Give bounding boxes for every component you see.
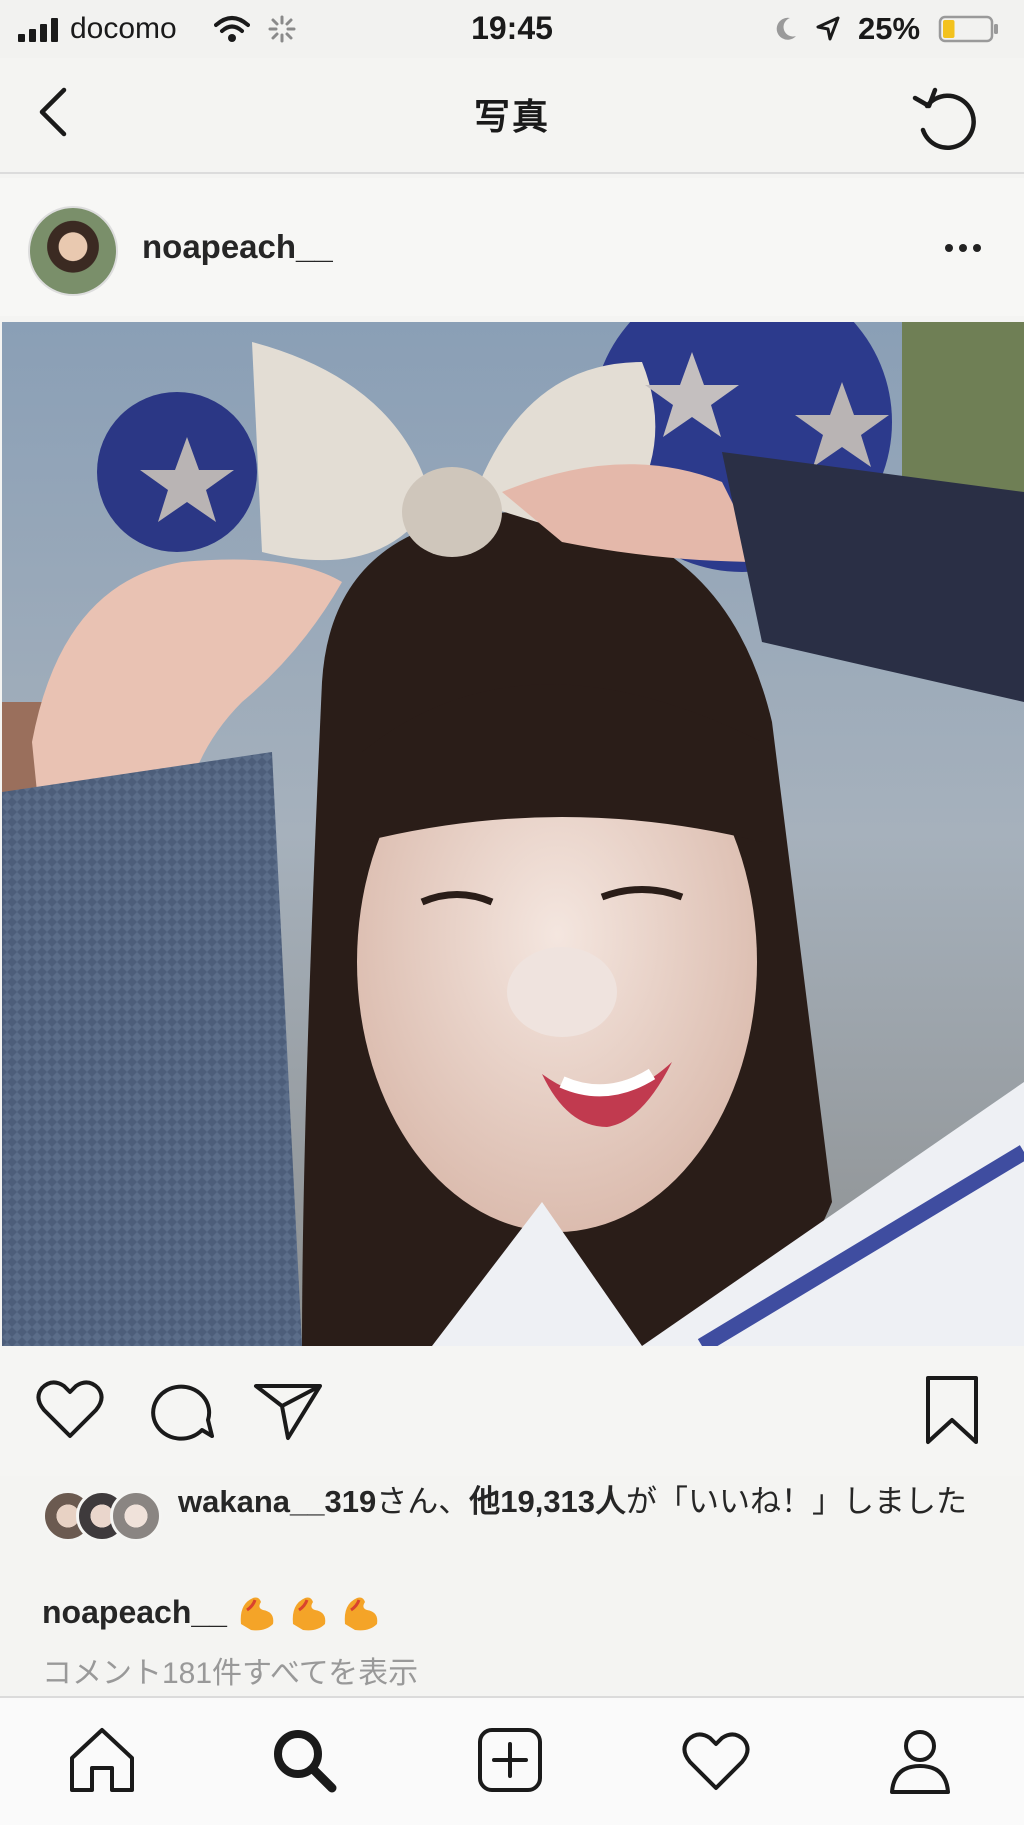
activity-heart-icon [682, 1732, 750, 1790]
battery-icon [938, 15, 998, 43]
tab-profile[interactable] [880, 1720, 960, 1800]
likes-count[interactable]: 他19,313人 [469, 1484, 626, 1519]
more-options-dot [959, 244, 967, 252]
post-photo[interactable] [2, 322, 1024, 1346]
tab-search[interactable] [264, 1720, 344, 1800]
back-button[interactable] [30, 78, 76, 148]
status-time: 19:45 [471, 10, 553, 46]
view-all-comments-link[interactable]: コメント181件すべてを表示 [42, 1648, 418, 1692]
more-options-button[interactable] [938, 228, 988, 268]
refresh-button[interactable] [905, 76, 985, 156]
wifi-icon [214, 16, 250, 42]
add-post-icon [478, 1728, 542, 1792]
more-options-icon [945, 244, 953, 252]
flexed-biceps-emoji [292, 1597, 326, 1631]
caption-username[interactable]: noapeach__ [42, 1594, 227, 1631]
activity-spinner-icon [268, 15, 296, 43]
liked-by-username[interactable]: wakana__319 [178, 1484, 376, 1519]
likes-summary[interactable]: wakana__319さん、他19,313人が「いいね！」しました [178, 1482, 998, 1522]
carrier-name: docomo [70, 12, 177, 45]
refresh-icon [912, 87, 976, 151]
search-icon [274, 1730, 337, 1793]
battery-percent: 25% [858, 11, 921, 46]
profile-icon [890, 1730, 950, 1794]
likes-suffix: が「いいね！」しました [626, 1484, 968, 1519]
avatar[interactable] [28, 206, 118, 296]
home-icon [70, 1728, 134, 1792]
tab-add-post[interactable] [470, 1720, 550, 1800]
bookmark-icon [926, 1376, 978, 1444]
flexed-biceps-emoji [344, 1597, 378, 1631]
liked-by-avatars[interactable] [42, 1490, 162, 1542]
avatar [110, 1490, 162, 1542]
flexed-biceps-emoji [240, 1597, 274, 1631]
more-options-dot [973, 244, 981, 252]
send-paper-plane-icon [254, 1384, 322, 1440]
tab-activity[interactable] [676, 1720, 756, 1800]
signal-icon [18, 16, 62, 42]
share-button[interactable] [248, 1370, 328, 1450]
comment-button[interactable] [140, 1370, 220, 1450]
location-arrow-icon [816, 16, 840, 41]
heart-icon [36, 1380, 104, 1438]
like-button[interactable] [30, 1370, 110, 1450]
back-chevron-icon [39, 87, 67, 137]
post-caption: noapeach__ [42, 1584, 383, 1640]
moon-icon [776, 17, 796, 40]
likes-san: さん、 [376, 1484, 470, 1519]
post-username[interactable]: noapeach__ [142, 228, 333, 266]
bookmark-button[interactable] [912, 1370, 992, 1450]
page-title: 写真 [473, 96, 550, 137]
tab-home[interactable] [62, 1720, 142, 1800]
comment-bubble-icon [151, 1384, 214, 1441]
